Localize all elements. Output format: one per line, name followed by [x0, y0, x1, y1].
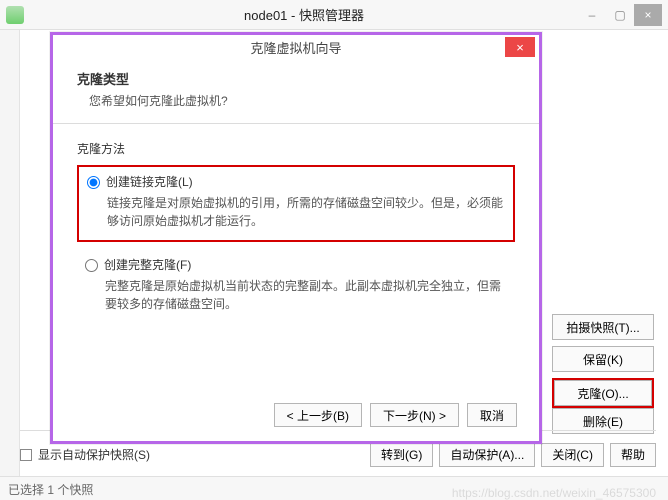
snapshot-manager-window: node01 - 快照管理器 – ▢ × 快照 名称 描述 拍摄快照(T)...…	[0, 0, 668, 500]
linked-clone-radio[interactable]	[87, 176, 100, 189]
window-title: node01 - 快照管理器	[30, 5, 578, 24]
take-snapshot-button[interactable]: 拍摄快照(T)...	[552, 314, 654, 340]
statusbar: 已选择 1 个快照	[0, 476, 668, 500]
minimize-button[interactable]: –	[578, 4, 606, 26]
full-clone-label: 创建完整克隆(F)	[104, 256, 191, 273]
close-manager-button[interactable]: 关闭(C)	[541, 443, 604, 467]
next-button[interactable]: 下一步(N) >	[370, 403, 459, 427]
side-actions: 拍摄快照(T)... 保留(K) 克隆(O)... 删除(E)	[552, 314, 654, 440]
full-clone-desc: 完整克隆是原始虚拟机当前状态的完整副本。此副本虚拟机完全独立，但需要较多的存储磁…	[105, 277, 507, 313]
clone-wizard-dialog: 克隆虚拟机向导 × 克隆类型 您希望如何克隆此虚拟机? 克隆方法 创建链接克隆(…	[50, 32, 542, 444]
cancel-button[interactable]: 取消	[467, 403, 517, 427]
back-button[interactable]: < 上一步(B)	[274, 403, 362, 427]
titlebar: node01 - 快照管理器 – ▢ ×	[0, 0, 668, 30]
dialog-body: 克隆方法 创建链接克隆(L) 链接克隆是对原始虚拟机的引用，所需的存储磁盘空间较…	[53, 124, 539, 323]
auto-protect-button[interactable]: 自动保护(A)...	[439, 443, 535, 467]
dialog-subheading: 您希望如何克隆此虚拟机?	[77, 92, 515, 109]
linked-clone-label: 创建链接克隆(L)	[106, 173, 193, 190]
auto-protect-label: 显示自动保护快照(S)	[38, 446, 150, 463]
full-clone-radio-row[interactable]: 创建完整克隆(F)	[85, 256, 507, 273]
left-rail	[0, 30, 20, 500]
linked-clone-desc: 链接克隆是对原始虚拟机的引用，所需的存储磁盘空间较少。但是，必须能够访问原始虚拟…	[107, 194, 505, 230]
dialog-header: 克隆类型 您希望如何克隆此虚拟机?	[53, 59, 539, 124]
window-buttons: – ▢ ×	[578, 4, 662, 26]
linked-clone-option-box: 创建链接克隆(L) 链接克隆是对原始虚拟机的引用，所需的存储磁盘空间较少。但是，…	[77, 165, 515, 242]
clone-button[interactable]: 克隆(O)...	[554, 380, 652, 406]
clone-method-label: 克隆方法	[77, 140, 515, 157]
dialog-close-button[interactable]: ×	[505, 37, 535, 57]
auto-protect-checkbox-row[interactable]: 显示自动保护快照(S)	[20, 446, 150, 463]
keep-button[interactable]: 保留(K)	[552, 346, 654, 372]
help-button[interactable]: 帮助	[610, 443, 656, 467]
dialog-buttons: < 上一步(B) 下一步(N) > 取消	[274, 403, 517, 427]
full-clone-radio[interactable]	[85, 259, 98, 272]
maximize-button[interactable]: ▢	[606, 4, 634, 26]
app-icon	[6, 6, 24, 24]
dialog-heading: 克隆类型	[77, 69, 515, 88]
checkbox-icon	[20, 449, 32, 461]
dialog-title: 克隆虚拟机向导	[250, 38, 341, 57]
linked-clone-radio-row[interactable]: 创建链接克隆(L)	[87, 173, 505, 190]
close-button[interactable]: ×	[634, 4, 662, 26]
full-clone-option-box: 创建完整克隆(F) 完整克隆是原始虚拟机当前状态的完整副本。此副本虚拟机完全独立…	[77, 250, 515, 323]
status-text: 已选择 1 个快照	[8, 483, 93, 497]
dialog-titlebar: 克隆虚拟机向导 ×	[53, 35, 539, 59]
goto-button[interactable]: 转到(G)	[370, 443, 433, 467]
clone-highlight: 克隆(O)...	[552, 378, 654, 408]
